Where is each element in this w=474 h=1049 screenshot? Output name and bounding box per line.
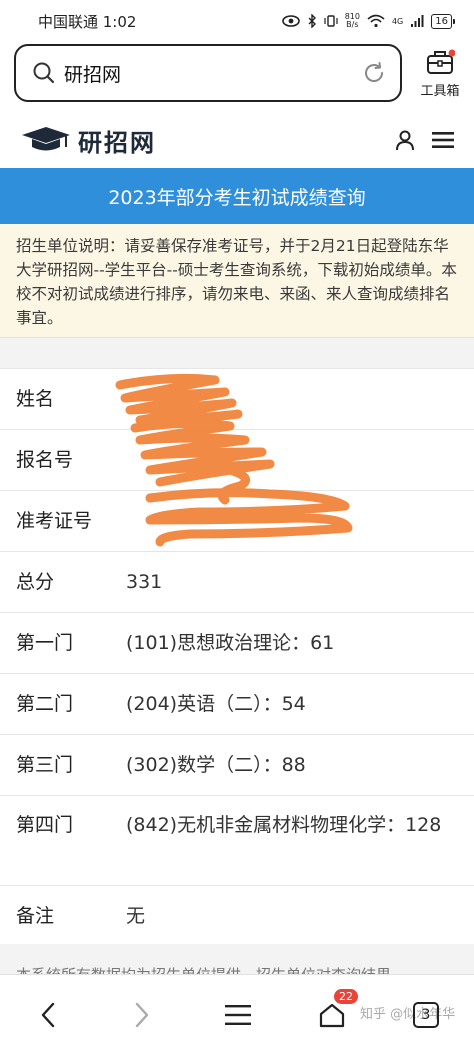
bluetooth-icon [308, 14, 316, 28]
notification-badge: 22 [334, 989, 358, 1004]
row-label: 姓名 [16, 388, 55, 410]
chevron-left-icon [41, 1002, 55, 1028]
tab-count: 3 [413, 1002, 439, 1028]
back-button[interactable] [28, 995, 68, 1035]
toolbox-button[interactable]: 工具箱 [412, 48, 468, 99]
table-row: 准考证号 [0, 490, 474, 551]
search-icon [33, 62, 55, 84]
bottom-nav: 22 知乎 @似水年华 3 [0, 974, 474, 1049]
search-input[interactable]: 研招网 [14, 44, 402, 102]
row-label: 第三门 [16, 754, 74, 776]
row-value: 无 [126, 905, 146, 927]
row-value: (302)数学（二）：88 [126, 754, 306, 776]
table-row: 第四门 (842)无机非金属材料物理化学：128 [0, 795, 474, 885]
row-label: 第二门 [16, 693, 74, 715]
footer-band: 本系统所有数据均为招生单位提供，招生单位对查询结果 [0, 944, 474, 974]
network-type: 4G [391, 16, 404, 26]
net-speed: 810 B/s [344, 12, 360, 29]
home-icon [319, 1003, 345, 1028]
row-value: (204)英语（二）：54 [126, 693, 306, 715]
row-label: 第一门 [16, 632, 74, 654]
toolbox-icon [427, 49, 456, 74]
site-logo[interactable]: 研招网 [78, 123, 156, 158]
row-value: (101)思想政治理论：61 [126, 632, 335, 654]
table-row: 第二门 (204)英语（二）：54 [0, 673, 474, 734]
battery-indicator: 16 [431, 13, 455, 29]
toolbox-label: 工具箱 [420, 84, 460, 99]
menu-icon[interactable] [432, 131, 454, 149]
graduation-cap-icon [22, 127, 70, 151]
browser-search-row: 研招网 工具箱 [0, 44, 474, 106]
row-value: (842)无机非金属材料物理化学：128 [126, 814, 442, 836]
forward-button[interactable] [122, 995, 162, 1035]
refresh-icon[interactable] [362, 61, 386, 85]
notice-text: 招生单位说明：请妥善保存准考证号，并于2月21日起登陆东华大学研招网--学生平台… [0, 224, 474, 338]
row-label: 报名号 [16, 449, 74, 471]
carrier-time: 中国联通 1:02 [38, 12, 137, 31]
table-row: 总分 331 [0, 551, 474, 612]
search-text: 研招网 [64, 63, 122, 86]
hamburger-icon [225, 1005, 251, 1025]
site-header: 研招网 [0, 112, 474, 168]
signal-icon [411, 15, 424, 27]
vibrate-icon [324, 15, 338, 27]
row-label: 准考证号 [16, 510, 93, 532]
table-row: 第一门 (101)思想政治理论：61 [0, 612, 474, 673]
table-row: 备注 无 [0, 885, 474, 945]
home-button[interactable]: 22 [312, 989, 358, 1035]
row-value: 331 [126, 571, 163, 593]
chevron-right-icon [135, 1002, 149, 1028]
section-divider [0, 338, 474, 368]
tabs-button[interactable]: 3 [406, 995, 446, 1035]
user-icon[interactable] [394, 129, 416, 151]
score-table: 姓名 报名号 准考证号 总分 331 第一门 (101)思想政治理论：61 第二… [0, 368, 474, 945]
row-label: 总分 [16, 571, 55, 593]
eye-icon [281, 15, 300, 27]
table-row: 第三门 (302)数学（二）：88 [0, 734, 474, 795]
table-row: 姓名 [0, 368, 474, 429]
footer-text: 本系统所有数据均为招生单位提供，招生单位对查询结果 [16, 964, 391, 974]
row-label: 第四门 [16, 814, 74, 836]
status-bar: 中国联通 1:02 810 B/s 4G 16 [0, 0, 474, 42]
wifi-icon [367, 14, 385, 28]
row-label: 备注 [16, 905, 55, 927]
menu-button[interactable] [218, 995, 258, 1035]
page-title: 2023年部分考生初试成绩查询 [0, 168, 474, 224]
table-row: 报名号 [0, 429, 474, 490]
